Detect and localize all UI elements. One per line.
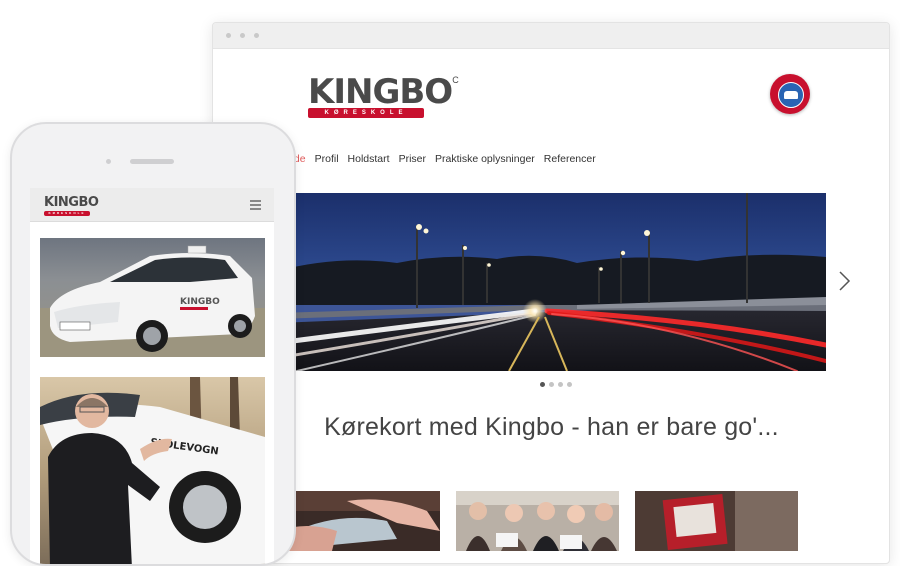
mobile-logo-tagline: KØRESKOLE	[44, 211, 90, 216]
nav-item-profil[interactable]: Profil	[315, 153, 339, 165]
logo-wordmark: KINGBO	[308, 72, 453, 112]
phone-camera	[106, 159, 111, 164]
car-icon	[784, 91, 798, 99]
browser-title-bar	[213, 23, 889, 49]
hamburger-menu-icon[interactable]	[250, 200, 261, 210]
chevron-right-icon[interactable]	[837, 270, 851, 292]
logo-tagline: KØRESKOLE	[308, 108, 424, 118]
students-photo	[456, 491, 619, 551]
hands-phone-photo	[277, 491, 440, 551]
carousel-dot-4[interactable]	[567, 382, 572, 387]
nav-item-priser[interactable]: Priser	[399, 153, 426, 165]
driving-school-car-photo: KINGBO	[40, 238, 265, 357]
phone-speaker	[130, 159, 174, 164]
window-dot-minimize[interactable]	[240, 33, 245, 38]
nav-item-holdstart[interactable]: Holdstart	[348, 153, 390, 165]
window-dot-maximize[interactable]	[254, 33, 259, 38]
carousel-dot-3[interactable]	[558, 382, 563, 387]
feature-thumbnails	[277, 491, 798, 551]
carousel-dot-2[interactable]	[549, 382, 554, 387]
carousel-dot-1[interactable]	[540, 382, 545, 387]
sign-photo	[635, 491, 798, 551]
night-road-photo	[277, 193, 826, 371]
carousel-indicators	[540, 382, 572, 387]
page-headline: Kørekort med Kingbo - han er bare go'...	[324, 413, 779, 441]
desktop-browser-mockup: KINGBOC KØRESKOLE orside Profil Holdstar…	[212, 22, 890, 564]
mobile-logo-wordmark: KINGBO	[44, 195, 99, 210]
badge-emblem	[778, 82, 804, 108]
mobile-kingbo-logo[interactable]: KINGBO KØRESKOLE	[44, 193, 99, 216]
phone-screen: KINGBO KØRESKOLE KINGBO SKOLEVOGN	[30, 188, 274, 564]
mobile-photo-car: KINGBO	[40, 238, 265, 357]
window-dot-close[interactable]	[226, 33, 231, 38]
logo-mark: C	[452, 75, 459, 85]
mobile-header: KINGBO KØRESKOLE	[30, 188, 274, 222]
membership-badge	[770, 74, 810, 114]
hero-slideshow-image[interactable]	[277, 193, 826, 371]
thumbnail-sign[interactable]	[635, 491, 798, 551]
thumbnail-happy-students[interactable]	[456, 491, 619, 551]
nav-item-referencer[interactable]: Referencer	[544, 153, 596, 165]
nav-item-praktiske-oplysninger[interactable]: Praktiske oplysninger	[435, 153, 535, 165]
car-door-logo-text: KINGBO	[180, 297, 220, 307]
thumbnail-phone-hands[interactable]	[277, 491, 440, 551]
kingbo-logo[interactable]: KINGBOC KØRESKOLE	[308, 75, 459, 118]
mobile-phone-mockup: KINGBO KØRESKOLE KINGBO SKOLEVOGN	[10, 122, 296, 566]
main-navigation: orside Profil Holdstart Priser Praktiske…	[277, 153, 596, 165]
